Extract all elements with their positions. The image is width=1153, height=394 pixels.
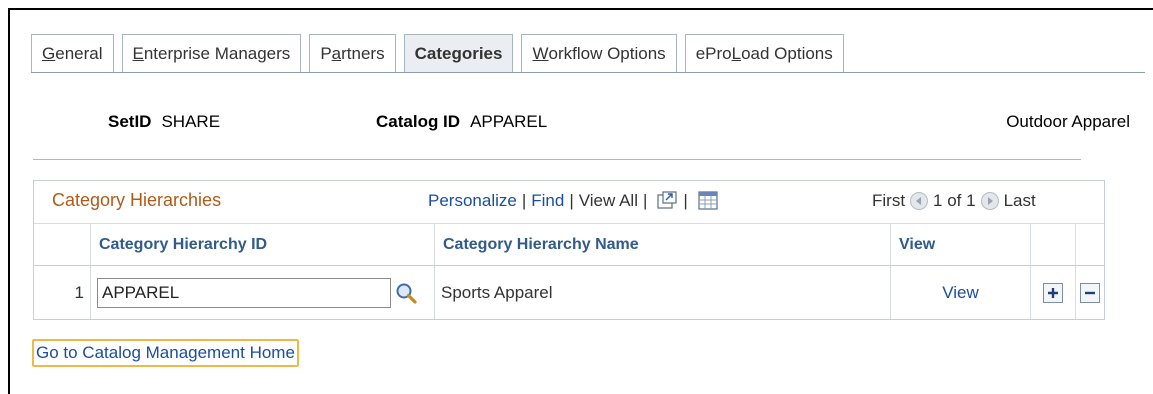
- pager-first: First: [872, 191, 906, 210]
- row-number: 1: [34, 265, 91, 319]
- tab-partners-prefix: P: [320, 43, 332, 63]
- category-hierarchy-id-input[interactable]: [97, 277, 391, 308]
- tab-enterprise-managers[interactable]: Enterprise Managers: [121, 34, 302, 73]
- previous-icon: [909, 191, 929, 211]
- tab-bar-underline: [31, 72, 1145, 73]
- section-divider: [33, 159, 1081, 160]
- view-all-link[interactable]: View All: [579, 191, 638, 211]
- tab-workflow-options-accel: W: [532, 43, 549, 63]
- tab-bar: General Enterprise Managers Pa rtners Cat…: [31, 34, 844, 73]
- row-number-header: [34, 223, 91, 265]
- zoom-grid-icon[interactable]: [656, 191, 678, 211]
- tab-partners-accel: a: [331, 43, 342, 63]
- delete-column-header: [1076, 223, 1104, 265]
- grid-links: Personalize | Find | View All | |: [428, 191, 719, 211]
- lookup-icon[interactable]: [393, 280, 419, 306]
- tab-epro-load-options-prefix: ePro: [695, 43, 732, 63]
- add-column-header: [1031, 223, 1076, 265]
- catalog-description: Outdoor Apparel: [1006, 112, 1130, 131]
- download-grid-icon[interactable]: [697, 191, 719, 211]
- catalog-id-label: Catalog ID: [376, 112, 461, 131]
- tab-enterprise-managers-label: nterprise Managers: [143, 43, 291, 63]
- catalog-management-home-link[interactable]: Go to Catalog Management Home: [32, 339, 299, 367]
- plus-icon: [1048, 287, 1058, 298]
- separator: |: [521, 191, 527, 210]
- view-link[interactable]: View: [942, 283, 979, 303]
- category-hierarchy-id-header: Category Hierarchy ID: [91, 223, 435, 265]
- tab-enterprise-managers-accel: E: [132, 43, 144, 63]
- next-icon: [980, 191, 1000, 211]
- tab-partners[interactable]: Pa rtners: [309, 34, 396, 73]
- tab-workflow-options[interactable]: Workflow Options: [521, 34, 677, 73]
- grid-title: Category Hierarchies: [52, 190, 222, 210]
- add-row-cell: [1031, 265, 1076, 319]
- catalog-id-value: APPAREL: [470, 112, 548, 131]
- category-hierarchies-grid: Category Hierarchies Personalize | Find …: [33, 180, 1105, 320]
- pager-last: Last: [1003, 191, 1036, 210]
- category-hierarchy-name-header: Category Hierarchy Name: [435, 223, 891, 265]
- separator: |: [642, 191, 648, 210]
- tab-categories[interactable]: Categories: [403, 34, 514, 73]
- separator: |: [683, 191, 688, 210]
- tab-workflow-options-label: orkflow Options: [548, 43, 666, 63]
- separator: |: [569, 191, 574, 210]
- tab-general-accel: G: [42, 43, 56, 63]
- delete-row-button[interactable]: [1080, 282, 1100, 303]
- tab-general[interactable]: General: [31, 34, 114, 73]
- pager-range: 1 of 1: [933, 191, 976, 210]
- setid-field: SetID SHARE: [108, 112, 220, 132]
- minus-icon: [1085, 291, 1095, 294]
- tab-partners-label: rtners: [341, 43, 385, 63]
- category-hierarchy-id-cell: [91, 265, 435, 319]
- add-row-button[interactable]: [1043, 282, 1063, 303]
- delete-row-cell: [1076, 265, 1104, 319]
- tab-categories-label: Categories: [414, 43, 503, 63]
- tab-epro-load-options-label: oad Options: [741, 43, 833, 63]
- setid-label: SetID: [108, 112, 152, 131]
- grid-navigation-bar: Category Hierarchies Personalize | Find …: [34, 181, 1104, 223]
- grid-pager: First 1 of 1 Last: [872, 191, 1036, 211]
- tab-general-label: eneral: [55, 43, 103, 63]
- personalize-link[interactable]: Personalize: [428, 191, 517, 211]
- tab-epro-load-options-accel: L: [731, 43, 742, 63]
- view-cell: View: [891, 265, 1031, 319]
- setid-value: SHARE: [161, 112, 221, 131]
- category-hierarchy-name-cell: Sports Apparel: [435, 265, 891, 319]
- view-header: View: [891, 223, 1031, 265]
- find-link[interactable]: Find: [531, 191, 564, 211]
- tab-epro-load-options[interactable]: ePro Load Options: [684, 34, 844, 73]
- catalog-id-field: Catalog ID APPAREL: [376, 112, 547, 132]
